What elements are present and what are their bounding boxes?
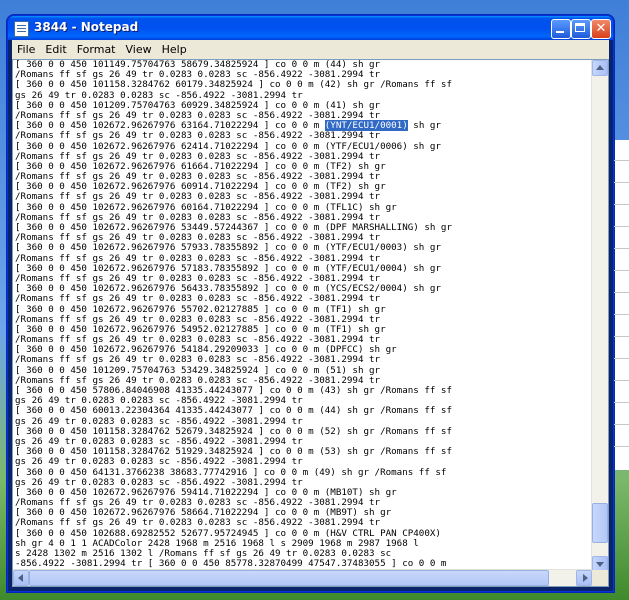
menu-bar: File Edit Format View Help: [12, 40, 609, 59]
background-row-line: [614, 446, 629, 447]
menu-view[interactable]: View: [121, 40, 157, 59]
size-grip[interactable]: [592, 570, 608, 586]
vertical-scrollbar[interactable]: [591, 60, 608, 572]
close-button[interactable]: ✕: [591, 19, 611, 39]
window-title: 3844 - Notepad: [34, 20, 139, 34]
menu-edit[interactable]: Edit: [40, 40, 71, 59]
title-bar[interactable]: 3844 - Notepad ✕: [8, 16, 613, 40]
horizontal-scrollbar[interactable]: [13, 569, 592, 586]
text-line-suffix: sh gr: [407, 120, 441, 132]
background-window-edge: [614, 140, 629, 470]
background-row-line: [614, 270, 629, 271]
background-row-line: [614, 424, 629, 425]
scroll-right-button[interactable]: [576, 570, 592, 586]
arrow-down-icon: [596, 562, 604, 567]
background-row-line: [614, 336, 629, 337]
horizontal-scroll-thumb[interactable]: [29, 570, 549, 586]
vertical-scroll-thumb[interactable]: [592, 502, 608, 543]
menu-format[interactable]: Format: [72, 40, 121, 59]
scroll-left-button[interactable]: [13, 570, 29, 586]
arrow-up-icon: [596, 65, 604, 70]
background-row-line: [614, 358, 629, 359]
background-row-line: [614, 160, 629, 161]
text-editor[interactable]: [ 360 0 0 450 101149.75704763 58679.3482…: [12, 59, 609, 587]
menu-file[interactable]: File: [12, 40, 40, 59]
background-row-line: [614, 248, 629, 249]
text-content[interactable]: [ 360 0 0 450 101149.75704763 58679.3482…: [15, 60, 590, 572]
scroll-up-button[interactable]: [592, 60, 608, 76]
background-row-line: [614, 314, 629, 315]
menu-help[interactable]: Help: [157, 40, 192, 59]
background-row-line: [614, 182, 629, 183]
arrow-left-icon: [18, 574, 23, 582]
minimize-icon: [556, 31, 564, 33]
maximize-button[interactable]: [571, 19, 591, 39]
notepad-window: 3844 - Notepad ✕ File Edit Format View Help …: [7, 15, 614, 592]
arrow-right-icon: [583, 574, 588, 582]
background-row-line: [614, 204, 629, 205]
background-row-line: [614, 380, 629, 381]
close-icon: ✕: [595, 21, 607, 36]
maximize-icon: [575, 23, 585, 32]
minimize-button[interactable]: [551, 19, 571, 39]
background-row-line: [614, 292, 629, 293]
background-row-line: [614, 402, 629, 403]
notepad-icon: [14, 21, 29, 37]
background-row-line: [614, 226, 629, 227]
